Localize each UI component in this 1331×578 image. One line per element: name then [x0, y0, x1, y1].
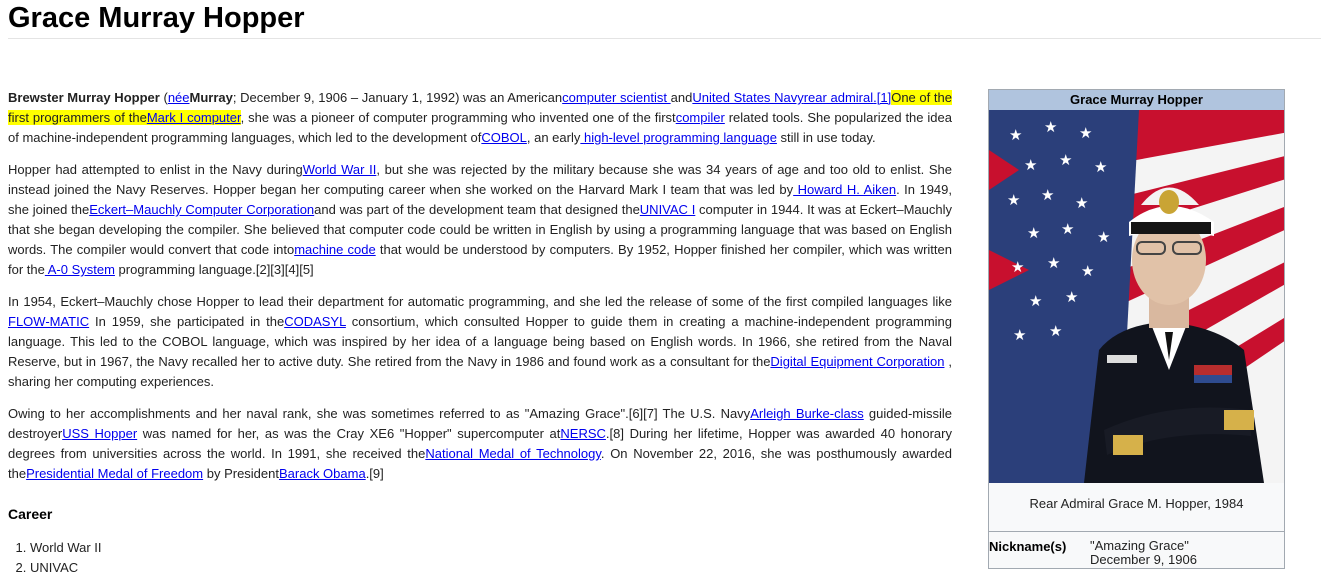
barack-obama-link[interactable]: Barack Obama — [279, 466, 366, 481]
svg-text:★: ★ — [1013, 326, 1026, 344]
subject-name: Brewster Murray Hopper — [8, 90, 160, 105]
programming-paragraph: In 1954, Eckert–Mauchly chose Hopper to … — [8, 294, 953, 389]
page-title: Grace Murray Hopper — [8, 2, 305, 34]
svg-text:★: ★ — [1027, 224, 1040, 242]
svg-text:★: ★ — [1011, 258, 1024, 276]
svg-text:★: ★ — [1009, 126, 1022, 144]
svg-text:★: ★ — [1075, 194, 1088, 212]
mark-i-computer-link[interactable]: Mark I computer — [147, 110, 241, 125]
rear-admiral-link[interactable]: rear admiral — [804, 90, 873, 105]
computer-scientist-link[interactable]: computer scientist — [562, 90, 670, 105]
world-war-ii-link[interactable]: World War II — [303, 162, 377, 177]
univac-i-link[interactable]: UNIVAC I — [640, 202, 696, 217]
svg-text:★: ★ — [1059, 151, 1072, 169]
arleigh-burke-link[interactable]: Arleigh Burke-class — [750, 406, 864, 421]
maiden-name: Murray — [189, 90, 233, 105]
career-list: World War II UNIVAC — [8, 538, 952, 578]
legacy-paragraph: Owing to her accomplishments and her nav… — [8, 406, 952, 481]
codasyl-link[interactable]: CODASYL — [284, 314, 346, 329]
national-medal-link[interactable]: National Medal of Technology — [425, 446, 601, 461]
nersc-link[interactable]: NERSC — [560, 426, 606, 441]
nickname-row: Nickname(s) "Amazing Grace" December 9, … — [989, 532, 1284, 572]
nickname-value: "Amazing Grace" December 9, 1906 — [1090, 539, 1197, 567]
svg-text:★: ★ — [1047, 254, 1060, 272]
early-career-paragraph: Hopper had attempted to enlist in the Na… — [8, 162, 953, 277]
svg-text:★: ★ — [1065, 288, 1078, 306]
us-navy-link[interactable]: United States Navy — [692, 90, 803, 105]
intro-paragraph: Brewster Murray Hopper (néeMurray; Decem… — [8, 90, 953, 145]
svg-text:★: ★ — [1041, 186, 1054, 204]
flow-matic-link[interactable]: FLOW-MATIC — [8, 314, 89, 329]
uss-hopper-link[interactable]: USS Hopper — [62, 426, 137, 441]
article-body: Brewster Murray Hopper (néeMurray; Decem… — [8, 88, 953, 578]
presidential-medal-link[interactable]: Presidential Medal of Freedom — [26, 466, 203, 481]
compiler-link[interactable]: compiler — [676, 110, 725, 125]
nickname-text: "Amazing Grace" — [1090, 538, 1189, 553]
cobol-link[interactable]: COBOL — [481, 130, 527, 145]
svg-text:★: ★ — [1044, 118, 1057, 136]
portrait-image: ★ ★ ★ ★ ★ ★ ★ ★ ★ ★ ★ ★ ★ ★ ★ ★ ★ ★ ★ — [989, 110, 1284, 483]
list-item: UNIVAC — [30, 558, 952, 578]
svg-text:★: ★ — [1097, 228, 1110, 246]
svg-text:★: ★ — [1007, 191, 1020, 209]
machine-code-link[interactable]: machine code — [294, 242, 376, 257]
infobox-title: Grace Murray Hopper — [989, 90, 1284, 110]
svg-text:★: ★ — [1061, 220, 1074, 238]
digital-equipment-link[interactable]: Digital Equipment Corporation — [770, 354, 944, 369]
nee-link[interactable]: née — [168, 90, 190, 105]
a0-system-link[interactable]: A-0 System — [45, 262, 115, 277]
high-level-language-link[interactable]: high-level programming language — [580, 130, 777, 145]
infobox: Grace Murray Hopper ★ ★ ★ ★ ★ ★ ★ ★ ★ ★ ★ ★ ★ ★ ★ … — [988, 89, 1285, 569]
svg-text:★: ★ — [1079, 124, 1092, 142]
citation-1-link[interactable]: .[1] — [873, 90, 891, 105]
eckert-mauchly-link[interactable]: Eckert–Mauchly Computer Corporation — [89, 202, 314, 217]
career-heading: Career — [8, 506, 53, 522]
howard-aiken-link[interactable]: Howard H. Aiken — [793, 182, 897, 197]
svg-text:★: ★ — [1024, 156, 1037, 174]
svg-text:★: ★ — [1094, 158, 1107, 176]
svg-text:★: ★ — [1029, 292, 1042, 310]
image-caption: Rear Admiral Grace M. Hopper, 1984 — [1029, 496, 1244, 511]
svg-text:★: ★ — [1049, 322, 1062, 340]
born-date-text: December 9, 1906 — [1090, 552, 1197, 567]
svg-text:★: ★ — [1081, 262, 1094, 280]
title-divider — [8, 38, 1321, 39]
nickname-label: Nickname(s) — [989, 539, 1067, 554]
list-item: World War II — [30, 538, 952, 558]
